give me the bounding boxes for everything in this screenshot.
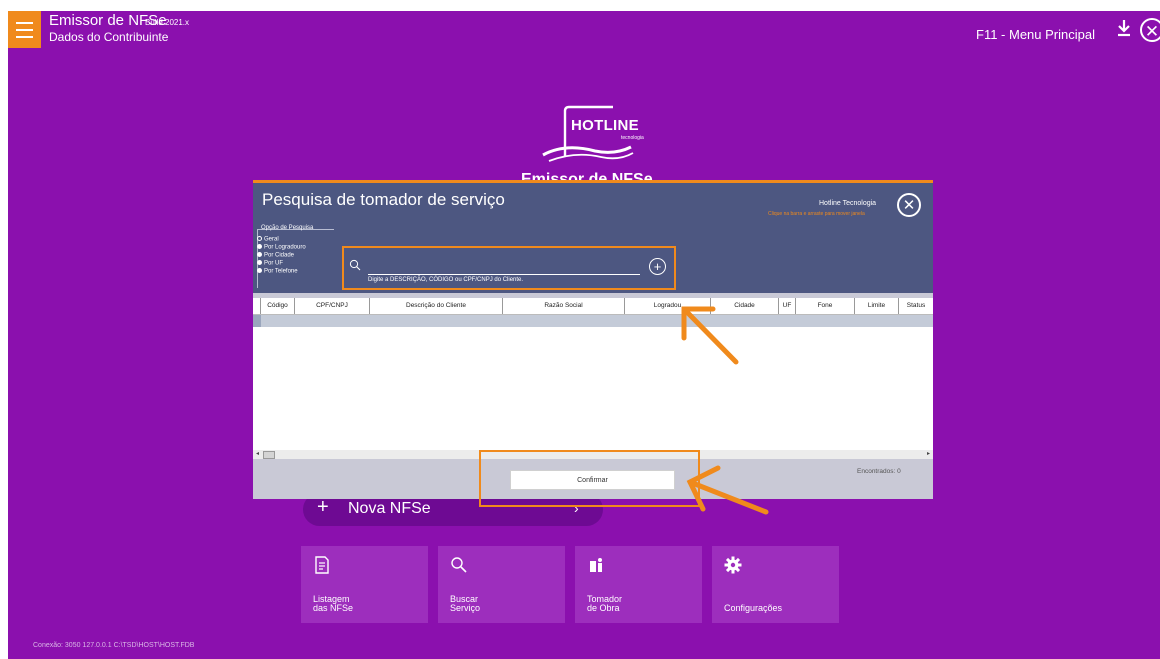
arrow-to-search-shaft [681,306,739,365]
annotation-arrows [681,306,769,515]
